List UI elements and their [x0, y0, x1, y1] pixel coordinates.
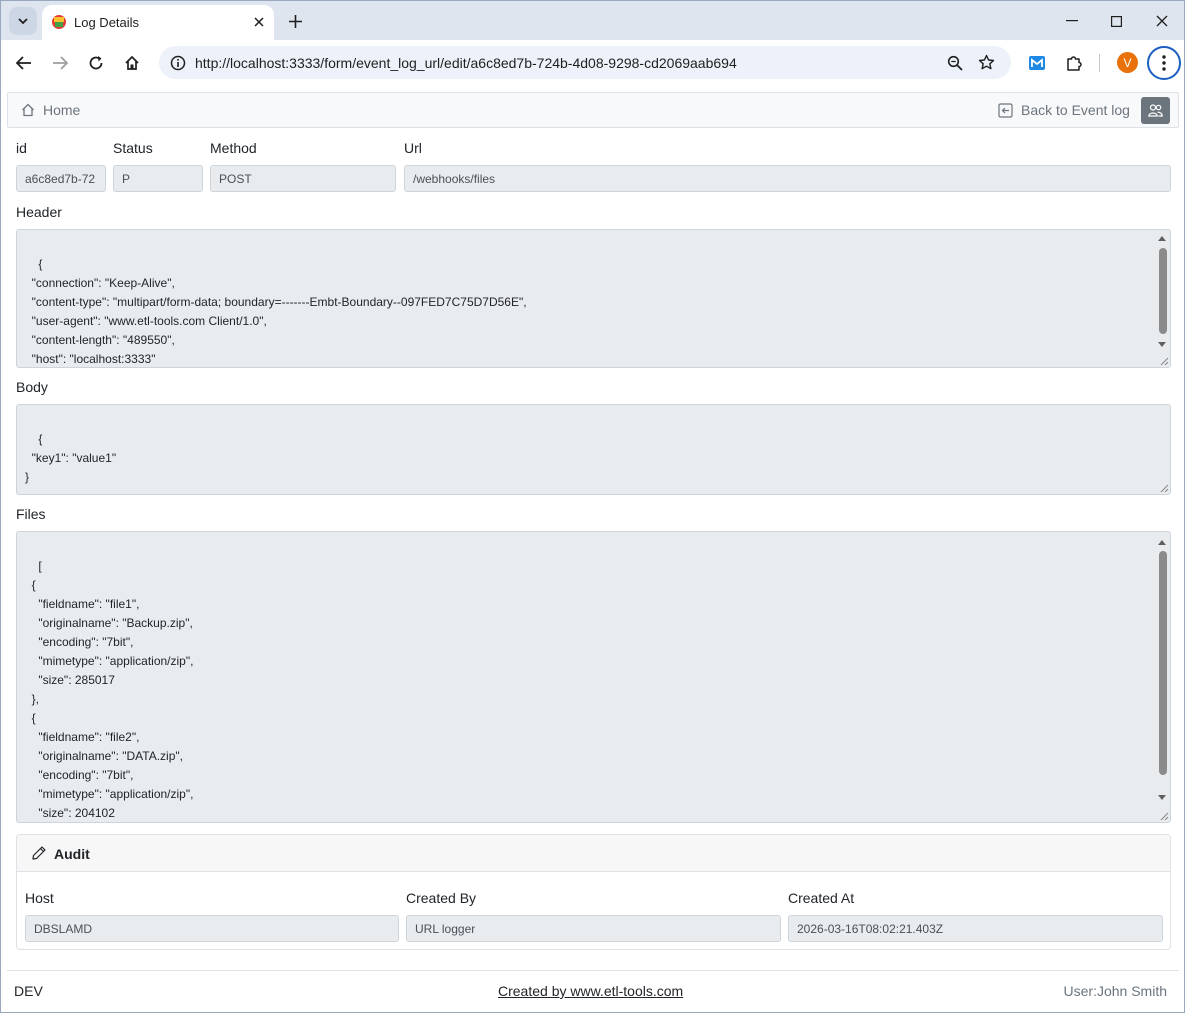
body-text: { "key1": "value1" } [25, 432, 117, 484]
status-field[interactable]: P [113, 165, 203, 192]
body-textarea[interactable]: { "key1": "value1" } [16, 404, 1171, 495]
files-label: Files [16, 506, 46, 522]
scroll-up-arrow-icon[interactable] [1155, 231, 1169, 245]
files-text: [ { "fieldname": "file1", "originalname"… [31, 559, 194, 820]
tab-title: Log Details [74, 15, 140, 30]
audit-title: Audit [54, 846, 90, 862]
resize-grip-icon[interactable] [1159, 811, 1169, 821]
forward-arrow-icon[interactable] [45, 48, 75, 78]
zoom-icon[interactable] [942, 50, 967, 75]
reload-icon[interactable] [81, 48, 111, 78]
users-button[interactable] [1141, 97, 1170, 124]
top-navbar: Home Back to Event log [7, 92, 1179, 128]
url-label: Url [404, 140, 422, 156]
status-label: Status [113, 140, 153, 156]
id-label: id [16, 140, 27, 156]
home-icon[interactable] [117, 48, 147, 78]
audit-card: Audit Host DBSLAMD Created By URL logger… [16, 834, 1171, 950]
scroll-up-arrow-icon[interactable] [1155, 535, 1169, 549]
home-icon [22, 103, 34, 117]
id-field[interactable]: a6c8ed7b-72 [16, 165, 106, 192]
resize-grip-icon[interactable] [1159, 483, 1169, 493]
close-icon[interactable] [249, 12, 269, 32]
back-arrow-icon[interactable] [9, 48, 39, 78]
audit-card-header: Audit [17, 835, 1170, 872]
scroll-down-arrow-icon[interactable] [1155, 790, 1169, 804]
scroll-thumb[interactable] [1159, 248, 1167, 334]
body-label: Body [16, 379, 48, 395]
current-user-label: User:John Smith [1063, 983, 1167, 999]
scroll-down-arrow-icon[interactable] [1155, 337, 1169, 351]
puzzle-icon[interactable] [1061, 50, 1087, 76]
files-textarea[interactable]: [ { "fieldname": "file1", "originalname"… [16, 531, 1171, 823]
host-field[interactable]: DBSLAMD [25, 915, 399, 942]
address-bar[interactable]: http://localhost:3333/form/event_log_url… [159, 46, 1011, 79]
people-icon [1148, 104, 1163, 117]
method-label: Method [210, 140, 257, 156]
pencil-icon [32, 846, 46, 860]
created-at-label: Created At [788, 890, 855, 906]
tab-search-icon[interactable] [9, 7, 37, 35]
page-footer: DEV Created by www.etl-tools.com User:Jo… [7, 970, 1179, 1006]
window-close-icon[interactable] [1139, 1, 1185, 41]
app-favicon-icon [51, 14, 67, 30]
page-content: Home Back to Event log id a6c8ed7b-72 St… [0, 86, 1185, 1013]
home-link[interactable]: Home [21, 102, 80, 118]
site-info-icon[interactable] [165, 50, 190, 75]
header-text: { "connection": "Keep-Alive", "content-t… [31, 257, 527, 366]
kebab-menu-icon[interactable] [1147, 46, 1181, 80]
extension-m-icon[interactable] [1024, 50, 1050, 76]
created-by-field[interactable]: URL logger [406, 915, 781, 942]
back-to-event-log-link[interactable]: Back to Event log [998, 102, 1130, 118]
header-textarea[interactable]: { "connection": "Keep-Alive", "content-t… [16, 229, 1171, 368]
star-icon[interactable] [974, 50, 999, 75]
minimize-icon[interactable] [1049, 1, 1095, 41]
scroll-thumb[interactable] [1159, 551, 1167, 775]
plus-icon[interactable] [283, 9, 307, 33]
toolbar-divider [1099, 54, 1100, 72]
resize-grip-icon[interactable] [1159, 356, 1169, 366]
header-scrollbar[interactable] [1155, 231, 1169, 352]
back-box-arrow-icon [998, 102, 1013, 118]
maximize-icon[interactable] [1093, 1, 1139, 41]
environment-label: DEV [14, 983, 43, 999]
method-field[interactable]: POST [210, 165, 396, 192]
profile-avatar[interactable]: V [1117, 52, 1138, 73]
url-text[interactable]: http://localhost:3333/form/event_log_url… [195, 55, 737, 71]
browser-tab-bar: Log Details [0, 0, 1185, 41]
header-label: Header [16, 204, 62, 220]
browser-tab[interactable]: Log Details [42, 5, 274, 41]
created-by-link[interactable]: Created by www.etl-tools.com [498, 983, 683, 999]
url-field[interactable]: /webhooks/files [404, 165, 1171, 192]
host-label: Host [25, 890, 54, 906]
home-link-label: Home [43, 102, 81, 118]
back-link-label: Back to Event log [1021, 102, 1130, 118]
created-at-field[interactable]: 2026-03-16T08:02:21.403Z [788, 915, 1163, 942]
files-scrollbar[interactable] [1155, 533, 1169, 807]
browser-toolbar: http://localhost:3333/form/event_log_url… [0, 40, 1185, 86]
created-by-label: Created By [406, 890, 477, 906]
